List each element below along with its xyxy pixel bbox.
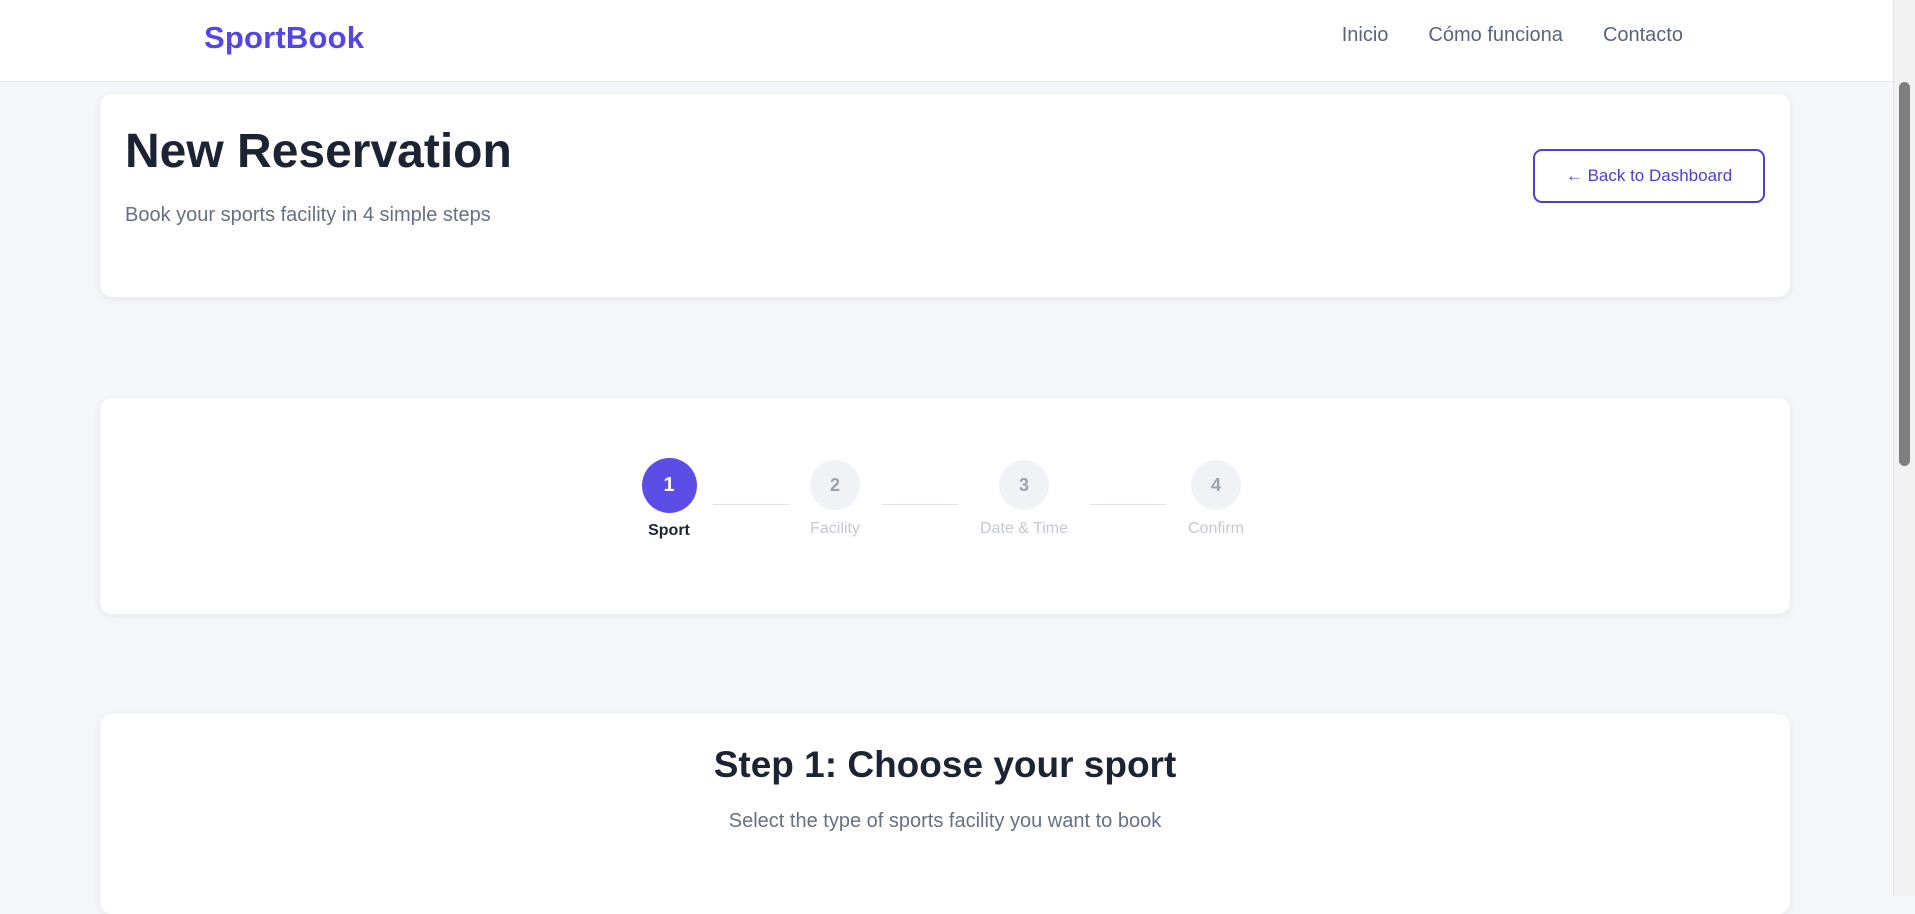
nav-link-contacto[interactable]: Contacto — [1603, 24, 1683, 47]
step-number-badge: 1 — [641, 458, 697, 513]
step-label: Facility — [810, 520, 860, 537]
step-title: Step 1: Choose your sport — [713, 744, 1177, 785]
brand-logo[interactable]: SportBook — [204, 20, 364, 56]
step-subtitle: Select the type of sports facility you w… — [728, 810, 1162, 832]
nav-link-como-funciona[interactable]: Cómo funciona — [1428, 24, 1563, 47]
nav-links: Inicio Cómo funciona Contacto — [1342, 24, 1683, 47]
stepper-card: 1 Sport 2 Facility 3 Date & Time 4 Confi… — [100, 398, 1790, 614]
nav-link-inicio[interactable]: Inicio — [1342, 24, 1389, 47]
step-date-time[interactable]: 3 Date & Time — [964, 460, 1084, 538]
scrollbar-thumb[interactable] — [1899, 82, 1910, 466]
step-number-badge: 4 — [1191, 460, 1241, 510]
top-navbar: SportBook Inicio Cómo funciona Contacto — [0, 0, 1893, 82]
step-label: Sport — [648, 522, 690, 539]
step-label: Confirm — [1187, 520, 1244, 537]
page-title: New Reservation — [125, 125, 512, 178]
header-card: New Reservation Book your sports facilit… — [100, 94, 1790, 297]
step-number-badge: 2 — [810, 460, 860, 510]
page-scrollbar[interactable] — [1893, 0, 1915, 896]
step-confirm[interactable]: 4 Confirm — [1156, 460, 1276, 538]
page-subtitle: Book your sports facility in 4 simple st… — [125, 204, 491, 226]
step-content-card: Step 1: Choose your sport Select the typ… — [100, 714, 1790, 914]
back-to-dashboard-button[interactable]: ← Back to Dashboard — [1533, 149, 1765, 203]
step-sport[interactable]: 1 Sport — [609, 458, 729, 540]
step-label: Date & Time — [979, 520, 1069, 537]
step-number-badge: 3 — [999, 460, 1049, 510]
step-facility[interactable]: 2 Facility — [775, 460, 895, 538]
step-connector — [1090, 504, 1166, 505]
